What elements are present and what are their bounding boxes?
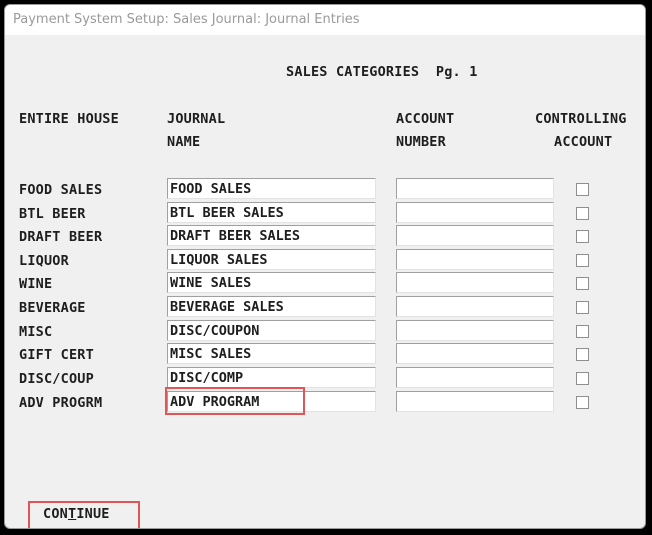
account-number-input-disc-coup[interactable]: [396, 367, 554, 388]
journal-name-input-food-sales[interactable]: [167, 178, 376, 199]
controlling-account-checkbox-disc-coup[interactable]: [576, 372, 589, 385]
controlling-account-checkbox-misc[interactable]: [576, 325, 589, 338]
column-header-controlling: CONTROLLING: [535, 111, 627, 127]
controlling-account-checkbox-btl-beer[interactable]: [576, 207, 589, 220]
column-header-number: NUMBER: [396, 134, 446, 150]
account-number-input-draft-beer[interactable]: [396, 225, 554, 246]
category-label-draft-beer: DRAFT BEER: [19, 229, 103, 245]
column-header-account: ACCOUNT: [396, 111, 455, 127]
app-window: Payment System Setup: Sales Journal: Jou…: [4, 4, 646, 529]
controlling-account-checkbox-beverage[interactable]: [576, 301, 589, 314]
category-label-btl-beer: BTL BEER: [19, 206, 86, 222]
journal-name-input-gift-cert[interactable]: [167, 343, 376, 364]
account-number-input-wine[interactable]: [396, 272, 554, 293]
controlling-account-checkbox-gift-cert[interactable]: [576, 348, 589, 361]
category-label-food-sales: FOOD SALES: [19, 182, 103, 198]
controlling-account-checkbox-adv-progrm[interactable]: [576, 396, 589, 409]
journal-name-input-misc[interactable]: [167, 320, 376, 341]
title-bar[interactable]: Payment System Setup: Sales Journal: Jou…: [5, 5, 645, 35]
category-label-misc: MISC: [19, 324, 53, 340]
account-number-input-food-sales[interactable]: [396, 178, 554, 199]
category-label-gift-cert: GIFT CERT: [19, 347, 94, 363]
journal-name-input-liquor[interactable]: [167, 249, 376, 270]
account-number-input-gift-cert[interactable]: [396, 343, 554, 364]
journal-entries-form: SALES CATEGORIES Pg. 1 ENTIRE HOUSE JOUR…: [11, 35, 639, 528]
category-label-disc-coup: DISC/COUP: [19, 371, 94, 387]
account-number-input-liquor[interactable]: [396, 249, 554, 270]
page-heading: SALES CATEGORIES Pg. 1: [286, 64, 478, 80]
column-header-controlling-account: ACCOUNT: [554, 134, 613, 150]
controlling-account-checkbox-food-sales[interactable]: [576, 183, 589, 196]
journal-name-input-wine[interactable]: [167, 272, 376, 293]
column-header-journal: JOURNAL: [167, 111, 226, 127]
category-label-liquor: LIQUOR: [19, 253, 69, 269]
controlling-account-checkbox-liquor[interactable]: [576, 254, 589, 267]
continue-label-end: INUE: [76, 506, 110, 522]
controlling-account-checkbox-draft-beer[interactable]: [576, 230, 589, 243]
journal-name-input-draft-beer[interactable]: [167, 225, 376, 246]
column-header-name: NAME: [167, 134, 201, 150]
controlling-account-checkbox-wine[interactable]: [576, 277, 589, 290]
journal-name-input-btl-beer[interactable]: [167, 202, 376, 223]
continue-button[interactable]: CONTINUE: [28, 501, 140, 528]
continue-label-start: CON: [43, 506, 68, 522]
column-header-entire-house: ENTIRE HOUSE: [19, 111, 119, 127]
highlight-box-adv-program: [165, 387, 305, 415]
journal-name-input-beverage[interactable]: [167, 296, 376, 317]
window-title: Payment System Setup: Sales Journal: Jou…: [13, 12, 360, 27]
journal-name-input-disc-coup[interactable]: [167, 367, 376, 388]
category-label-adv-progrm: ADV PROGRM: [19, 395, 103, 411]
account-number-input-adv-progrm[interactable]: [396, 391, 554, 412]
category-label-beverage: BEVERAGE: [19, 300, 86, 316]
continue-button-label: CONTINUE: [43, 506, 110, 522]
account-number-input-btl-beer[interactable]: [396, 202, 554, 223]
account-number-input-beverage[interactable]: [396, 296, 554, 317]
category-label-wine: WINE: [19, 276, 53, 292]
account-number-input-misc[interactable]: [396, 320, 554, 341]
